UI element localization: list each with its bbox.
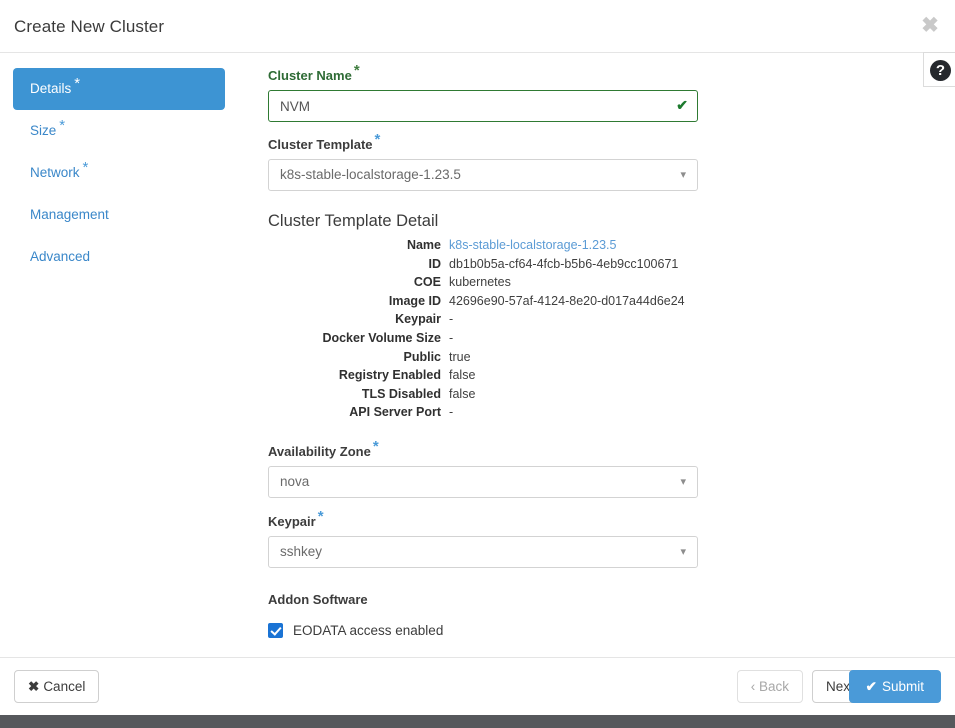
detail-value: false (449, 385, 685, 404)
label-text: Cluster Name (268, 68, 352, 83)
sidebar-item-details[interactable]: Details* (13, 68, 225, 110)
template-detail-table: Name k8s-stable-localstorage-1.23.5 ID d… (268, 236, 685, 422)
detail-value: db1b0b5a-cf64-4fcb-b5b6-4eb9cc100671 (449, 255, 685, 274)
dialog-header: Create New Cluster ✖ (0, 1, 955, 53)
table-row: Registry Enabled false (268, 366, 685, 385)
sidebar-item-label: Network (30, 165, 80, 180)
footer-button-group: ‹ Back Next › ✔Submit (681, 658, 941, 716)
detail-key: Image ID (268, 292, 449, 311)
cluster-name-input-wrap: ✔ (268, 90, 698, 122)
chevron-down-icon: ▾ (680, 467, 686, 497)
details-form: Cluster Name* ✔ Cluster Template* k8s-st… (268, 68, 700, 638)
required-asterisk: * (74, 75, 80, 92)
label-text: Keypair (268, 514, 316, 529)
required-asterisk: * (318, 508, 324, 525)
eodata-checkbox[interactable] (268, 623, 283, 638)
template-detail-heading: Cluster Template Detail (268, 210, 700, 232)
select-value: nova (280, 467, 309, 497)
check-icon: ✔ (866, 679, 877, 694)
detail-value: - (449, 403, 685, 422)
table-row: Name k8s-stable-localstorage-1.23.5 (268, 236, 685, 255)
cluster-template-label: Cluster Template* (268, 137, 700, 153)
table-row: Keypair - (268, 310, 685, 329)
table-row: ID db1b0b5a-cf64-4fcb-b5b6-4eb9cc100671 (268, 255, 685, 274)
table-row: TLS Disabled false (268, 385, 685, 404)
cancel-button[interactable]: ✖ Cancel (14, 670, 99, 703)
close-icon: ✖ (28, 679, 39, 694)
detail-value: - (449, 329, 685, 348)
sidebar-item-label: Management (30, 207, 109, 222)
bottom-strip (0, 715, 955, 728)
detail-value: 42696e90-57af-4124-8e20-d017a44d6e24 (449, 292, 685, 311)
dialog-footer: ✖Cancel ‹ Back Next › ✔Submit (0, 657, 955, 715)
availability-zone-select[interactable]: nova ▾ (268, 466, 698, 498)
sidebar-item-label: Size (30, 123, 56, 138)
table-row: API Server Port - (268, 403, 685, 422)
page-title: Create New Cluster (14, 17, 164, 37)
label-text: Cluster Template (268, 137, 373, 152)
keypair-label: Keypair* (268, 514, 700, 530)
sidebar-item-label: Details (30, 81, 71, 96)
eodata-checkbox-row[interactable]: EODATA access enabled (268, 623, 700, 638)
keypair-select[interactable]: sshkey ▾ (268, 536, 698, 568)
detail-key: Registry Enabled (268, 366, 449, 385)
sidebar-item-label: Advanced (30, 249, 90, 264)
required-asterisk: * (373, 438, 379, 455)
back-button[interactable]: ‹ Back (737, 670, 803, 703)
cancel-button-label: Cancel (43, 679, 85, 694)
detail-value: - (449, 310, 685, 329)
required-asterisk: * (354, 62, 360, 79)
detail-value: false (449, 366, 685, 385)
eodata-checkbox-label[interactable]: EODATA access enabled (293, 623, 443, 638)
question-mark-icon: ? (930, 60, 951, 81)
required-asterisk: * (375, 131, 381, 148)
detail-key: COE (268, 273, 449, 292)
detail-key: Keypair (268, 310, 449, 329)
detail-key: API Server Port (268, 403, 449, 422)
detail-key: Public (268, 348, 449, 367)
valid-check-icon: ✔ (676, 97, 688, 113)
detail-key: Docker Volume Size (268, 329, 449, 348)
wizard-nav: Details* Size* Network* Management Advan… (13, 68, 225, 278)
detail-value: kubernetes (449, 273, 685, 292)
required-asterisk: * (83, 159, 89, 176)
help-button[interactable]: ? (923, 52, 955, 87)
chevron-down-icon: ▾ (680, 160, 686, 190)
submit-button[interactable]: ✔ Submit (849, 670, 941, 703)
detail-value: true (449, 348, 685, 367)
select-value: sshkey (280, 537, 322, 567)
cluster-name-input[interactable] (268, 90, 698, 122)
table-row: Image ID 42696e90-57af-4124-8e20-d017a44… (268, 292, 685, 311)
cluster-name-label: Cluster Name* (268, 68, 700, 84)
detail-value[interactable]: k8s-stable-localstorage-1.23.5 (449, 236, 685, 255)
sidebar-item-management[interactable]: Management (13, 194, 225, 236)
create-cluster-dialog: Create New Cluster ✖ ? Details* Size* Ne… (0, 0, 955, 728)
detail-key: ID (268, 255, 449, 274)
sidebar-item-network[interactable]: Network* (13, 152, 225, 194)
detail-key: Name (268, 236, 449, 255)
chevron-down-icon: ▾ (680, 537, 686, 567)
select-value: k8s-stable-localstorage-1.23.5 (280, 160, 461, 190)
sidebar-item-size[interactable]: Size* (13, 110, 225, 152)
availability-zone-label: Availability Zone* (268, 444, 700, 460)
required-asterisk: * (59, 117, 65, 134)
close-icon[interactable]: ✖ (917, 13, 943, 39)
sidebar-item-advanced[interactable]: Advanced (13, 236, 225, 278)
submit-button-label: Submit (882, 679, 924, 694)
label-text: Availability Zone (268, 444, 371, 459)
addon-software-heading: Addon Software (268, 592, 700, 608)
table-row: Docker Volume Size - (268, 329, 685, 348)
table-row: COE kubernetes (268, 273, 685, 292)
table-row: Public true (268, 348, 685, 367)
detail-key: TLS Disabled (268, 385, 449, 404)
cluster-template-select[interactable]: k8s-stable-localstorage-1.23.5 ▾ (268, 159, 698, 191)
